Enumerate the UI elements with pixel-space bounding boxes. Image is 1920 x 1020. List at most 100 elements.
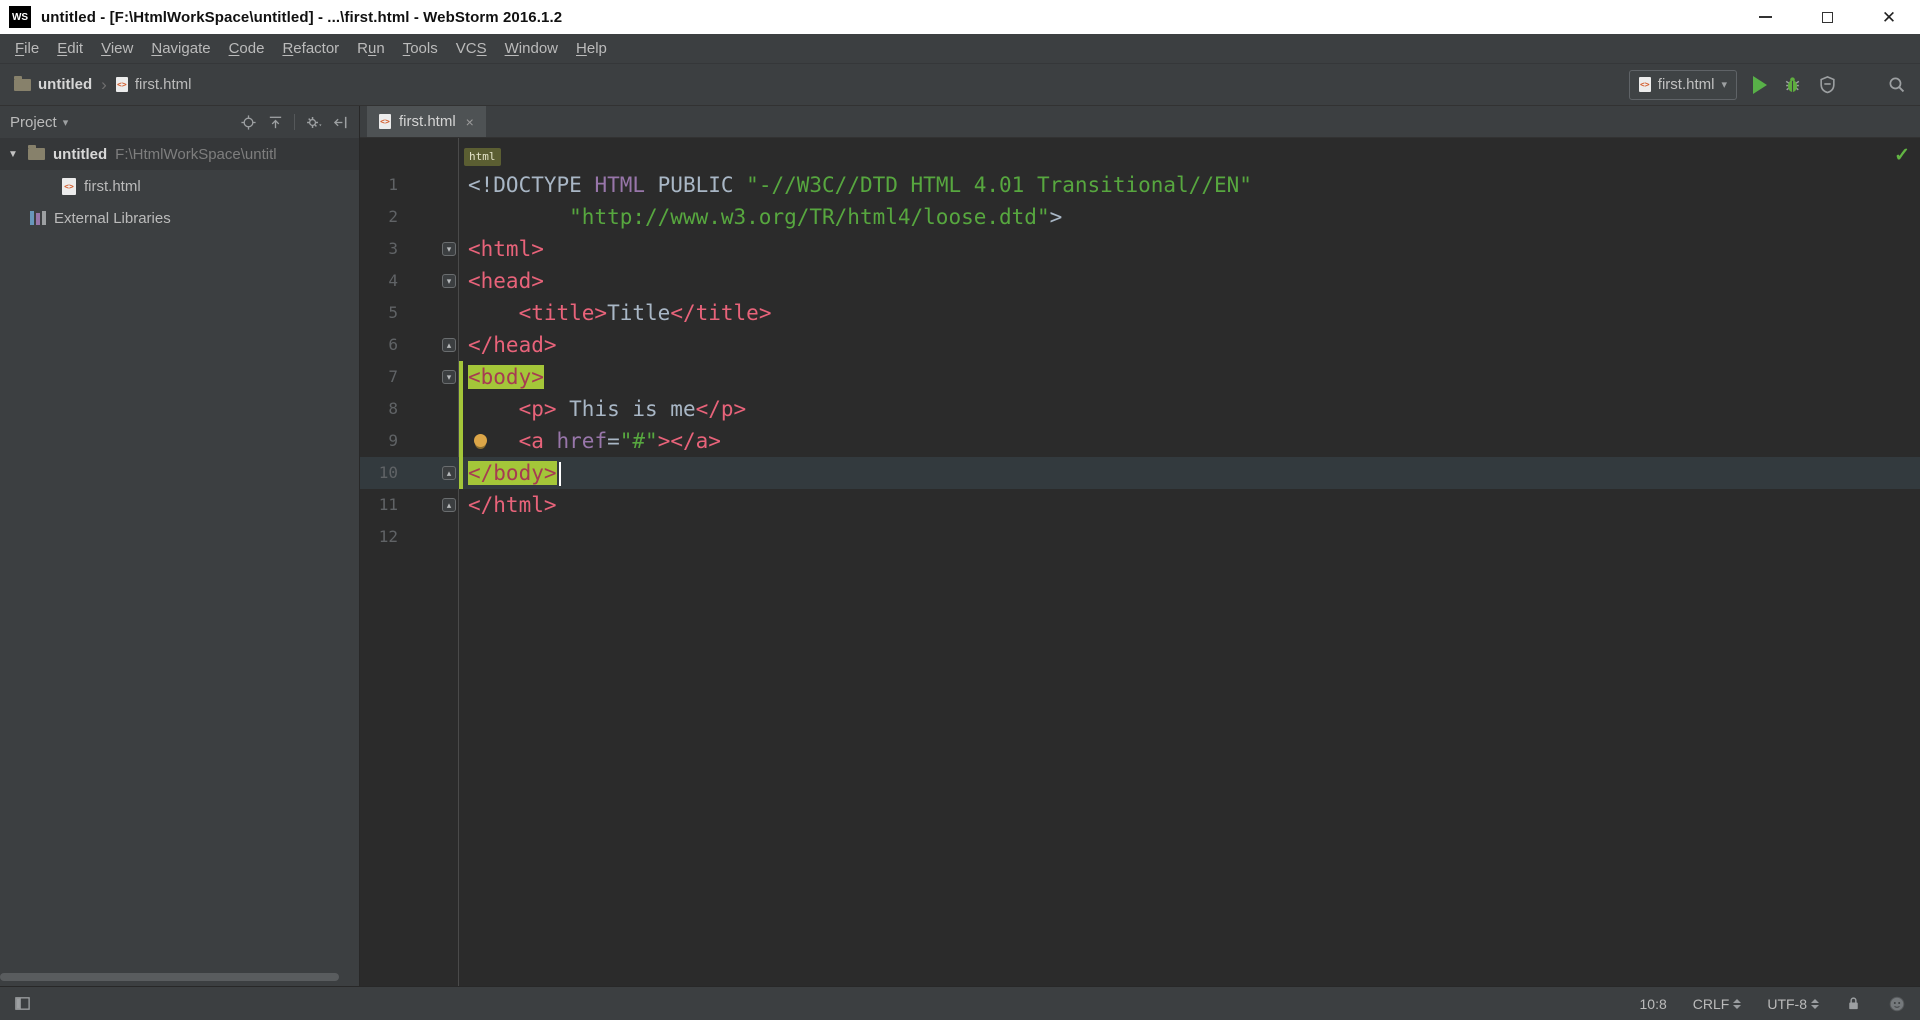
run-button[interactable]	[1753, 75, 1767, 94]
gutter-cell: 6 ▴	[360, 329, 458, 361]
menu-bar: File Edit View Navigate Code Refactor Run Tools…	[0, 34, 1920, 64]
fold-close-icon[interactable]: ▴	[442, 466, 456, 480]
line-number: 2	[388, 207, 398, 226]
tree-item-untitled[interactable]: ▼ untitled F:\HtmlWorkSpace\untitl	[0, 138, 359, 170]
close-icon: ✕	[1881, 7, 1897, 27]
close-button[interactable]: ✕	[1858, 0, 1920, 34]
line-number: 5	[388, 303, 398, 322]
tab-close-icon[interactable]: ×	[466, 114, 474, 130]
line-number: 1	[388, 175, 398, 194]
menu-item-help[interactable]: Help	[567, 40, 616, 57]
gutter-cell: 2	[360, 201, 458, 233]
intention-bulb-icon[interactable]	[474, 434, 487, 447]
encoding-widget[interactable]: UTF-8	[1767, 996, 1819, 1012]
title-bar: WS untitled - [F:\HtmlWorkSpace\untitled…	[0, 0, 1920, 34]
chevron-down-icon[interactable]: ▾	[63, 116, 69, 129]
menu-item-navigate[interactable]: Navigate	[142, 40, 219, 57]
code-line-7[interactable]: 7 ▾ <body>	[360, 361, 1920, 393]
fold-close-icon[interactable]: ▴	[442, 498, 456, 512]
menu-item-edit[interactable]: Edit	[48, 40, 92, 57]
code-line-4[interactable]: 4 ▾ <head>	[360, 265, 1920, 297]
gutter-cell: 11 ▴	[360, 489, 458, 521]
run-config-select[interactable]: first.html ▾	[1628, 69, 1737, 100]
code-line-3[interactable]: 3 ▾ <html>	[360, 233, 1920, 265]
breadcrumb-label: first.html	[134, 76, 192, 93]
code-line-10[interactable]: 10 ▴ </body>	[360, 457, 1920, 489]
restore-button[interactable]	[1796, 0, 1858, 34]
tree-item-name: External Libraries	[54, 209, 171, 227]
coverage-button[interactable]	[1818, 75, 1837, 94]
chevron-down-icon: ▾	[1721, 79, 1727, 91]
line-separator-label: CRLF	[1692, 995, 1730, 1012]
collapse-all-icon[interactable]	[267, 114, 284, 131]
gutter-cell: 10 ▴	[360, 457, 458, 489]
menu-item-refactor[interactable]: Refactor	[273, 40, 348, 57]
code-text: <title>Title</title>	[518, 301, 772, 325]
selector-arrows-icon	[1811, 998, 1819, 1009]
menu-item-run[interactable]: Run	[348, 40, 394, 57]
tree-item-name: untitled	[53, 145, 108, 163]
code-text: <p> This is me</p>	[518, 397, 747, 421]
code-text: </html>	[468, 493, 557, 517]
tree-item-first-html[interactable]: first.html	[0, 170, 359, 202]
encoding-label: UTF-8	[1767, 995, 1807, 1012]
menu-item-view[interactable]: View	[92, 40, 142, 57]
window-title: untitled - [F:\HtmlWorkSpace\untitled] -…	[41, 8, 563, 26]
tree-item-name: first.html	[84, 177, 141, 195]
hide-toolwindow-icon[interactable]	[332, 114, 349, 131]
menu-item-tools[interactable]: Tools	[394, 40, 447, 57]
editor-tab-bar: first.html ×	[360, 106, 1920, 138]
toolwindow-toggle-icon[interactable]	[14, 995, 31, 1012]
tree-expanded-icon[interactable]: ▼	[8, 149, 20, 160]
html-file-icon	[62, 177, 76, 195]
inspections-ok-icon[interactable]: ✓	[1894, 144, 1910, 167]
lock-icon[interactable]	[1845, 995, 1862, 1012]
gutter-cell: 5	[360, 297, 458, 329]
line-number: 6	[388, 335, 398, 354]
tree-item-external-libraries[interactable]: External Libraries	[0, 202, 359, 234]
line-separator-widget[interactable]: CRLF	[1693, 996, 1742, 1012]
gear-icon[interactable]	[305, 114, 322, 131]
code-text: <a href="#"></a>	[458, 425, 1920, 457]
breadcrumb-untitled[interactable]: untitled	[14, 75, 92, 93]
code-line-12[interactable]: 12	[360, 521, 1920, 553]
debug-button[interactable]	[1783, 75, 1802, 94]
caret-position-widget[interactable]: 10:8	[1640, 996, 1667, 1012]
code-line-5[interactable]: 5 <title>Title</title>	[360, 297, 1920, 329]
gutter-cell: 7 ▾	[360, 361, 458, 393]
toolbar-separator	[294, 114, 295, 130]
run-config-label: first.html	[1657, 76, 1715, 93]
menu-item-code[interactable]: Code	[220, 40, 274, 57]
project-header-title[interactable]: Project	[10, 114, 57, 131]
code-line-6[interactable]: 6 ▴ </head>	[360, 329, 1920, 361]
tab-first-html[interactable]: first.html ×	[367, 106, 486, 137]
fold-open-icon[interactable]: ▾	[442, 242, 456, 256]
search-icon[interactable]	[1887, 75, 1906, 94]
editor-pane: first.html × html ✓ 1 <!DOCTYPE HTML PUBL…	[360, 106, 1920, 986]
fold-open-icon[interactable]: ▾	[442, 274, 456, 288]
locate-icon[interactable]	[240, 114, 257, 131]
code-line-9[interactable]: 9 <a href="#"></a>	[360, 425, 1920, 457]
menu-item-vcs[interactable]: VCS	[447, 40, 496, 57]
code-line-11[interactable]: 11 ▴ </html>	[360, 489, 1920, 521]
menu-item-file[interactable]: File	[6, 40, 48, 57]
menu-item-window[interactable]: Window	[496, 40, 567, 57]
code-line-2[interactable]: 2 "http://www.w3.org/TR/html4/loose.dtd"…	[360, 201, 1920, 233]
horizontal-scrollbar[interactable]	[0, 973, 339, 981]
fold-close-icon[interactable]: ▴	[442, 338, 456, 352]
breadcrumb-first-html[interactable]: first.html	[115, 76, 192, 93]
html-file-icon	[379, 114, 391, 129]
fold-open-icon[interactable]: ▾	[442, 370, 456, 384]
code-line-8[interactable]: 8 <p> This is me</p>	[360, 393, 1920, 425]
line-number: 10	[378, 463, 398, 482]
editor-breadcrumb-html[interactable]: html	[464, 148, 501, 166]
code-line-1[interactable]: 1 <!DOCTYPE HTML PUBLIC "-//W3C//DTD HTML…	[360, 169, 1920, 201]
project-header-actions	[240, 114, 349, 131]
line-number: 3	[388, 239, 398, 258]
hector-inspector-icon[interactable]	[1888, 995, 1906, 1013]
minimize-button[interactable]	[1734, 0, 1796, 34]
project-toolwindow: Project ▾ ▼ untitled F:\HtmlWorkSpace\un…	[0, 106, 360, 986]
project-toolwindow-header: Project ▾	[0, 106, 359, 138]
status-widgets: 10:8 CRLF UTF-8	[1640, 995, 1906, 1013]
